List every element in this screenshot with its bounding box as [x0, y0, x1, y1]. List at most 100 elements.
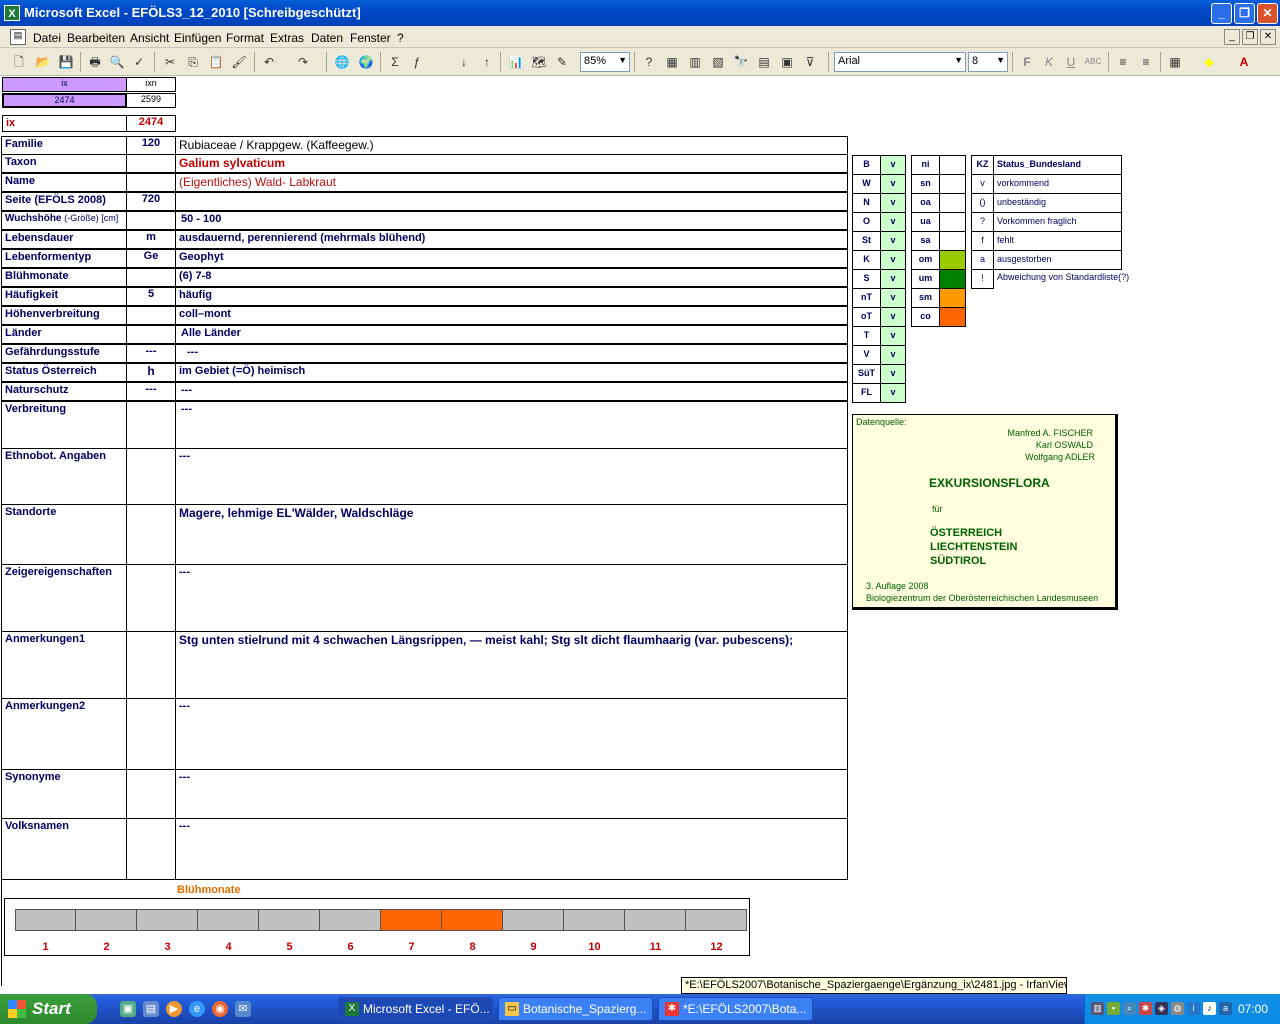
start-button[interactable]: Start: [0, 994, 97, 1024]
print-preview-icon[interactable]: 🔍: [108, 53, 126, 71]
legend-kz[interactable]: f: [971, 231, 994, 251]
region-code[interactable]: W: [852, 174, 881, 194]
standorte-value[interactable]: Magere, lehmige EL'Wälder, Waldschläge: [175, 504, 848, 565]
ixn-value-cell[interactable]: 2599: [126, 93, 176, 108]
legend-text[interactable]: fehlt: [993, 231, 1122, 251]
zoom-select[interactable]: 85% ▼: [580, 52, 630, 72]
antivirus-icon[interactable]: a: [1219, 1002, 1232, 1015]
cut-icon[interactable]: ✂: [161, 53, 179, 71]
zone-swatch[interactable]: [939, 155, 966, 175]
laender-label[interactable]: Länder: [1, 325, 127, 344]
autosum-icon[interactable]: Σ: [386, 53, 404, 71]
volume-icon[interactable]: ♪: [1203, 1002, 1216, 1015]
gefaehrdungsstufe-value[interactable]: ---: [175, 344, 848, 363]
legend-text[interactable]: Vorkommen fraglich: [993, 212, 1122, 232]
hyperlink-icon[interactable]: 🌐: [333, 53, 351, 71]
minimize-button[interactable]: _: [1211, 3, 1232, 24]
wuchshoehe-label[interactable]: Wuchshöhe (-Größe) [cm]: [1, 211, 127, 230]
verbreitung-code[interactable]: [126, 401, 176, 449]
verbreitung-label[interactable]: Verbreitung: [1, 401, 127, 449]
toolbar-icon-c[interactable]: ▧: [709, 53, 727, 71]
seite-label[interactable]: Seite (EFÖLS 2008): [1, 192, 127, 211]
find-icon[interactable]: 🔭: [732, 53, 750, 71]
region-code[interactable]: T: [852, 326, 881, 346]
legend-kz[interactable]: (): [971, 193, 994, 213]
gefaehrdungsstufe-code[interactable]: ---: [126, 344, 176, 363]
region-code[interactable]: N: [852, 193, 881, 213]
legend-kz[interactable]: v: [971, 174, 994, 194]
menu-datei[interactable]: Datei: [33, 31, 61, 45]
help-icon[interactable]: ?: [640, 53, 658, 71]
region-status[interactable]: v: [880, 383, 906, 403]
haeufigkeit-code[interactable]: 5: [126, 287, 176, 306]
region-status[interactable]: v: [880, 364, 906, 384]
familie-label[interactable]: Familie: [1, 136, 127, 155]
menu-daten[interactable]: Daten: [311, 31, 343, 45]
workbook-icon[interactable]: ▤: [10, 29, 26, 45]
lebensdauer-code[interactable]: m: [126, 230, 176, 249]
legend-text[interactable]: vorkommend: [993, 174, 1122, 194]
toolbar-icon-a[interactable]: ▦: [663, 53, 681, 71]
zone-swatch[interactable]: [939, 231, 966, 251]
zone-swatch[interactable]: [939, 193, 966, 213]
region-status[interactable]: v: [880, 212, 906, 232]
anmerkungen2-code[interactable]: [126, 698, 176, 770]
bluehmonate-value[interactable]: (6) 7-8: [175, 268, 848, 287]
map-icon[interactable]: 🗺: [530, 53, 548, 71]
menu-einfuegen[interactable]: Einfügen: [174, 31, 221, 45]
undo-icon[interactable]: ↶: [260, 53, 278, 71]
save-icon[interactable]: 💾: [57, 53, 75, 71]
standorte-label[interactable]: Standorte: [1, 504, 127, 565]
zone-code[interactable]: oa: [911, 193, 940, 213]
search-icon[interactable]: ⌕: [1123, 1002, 1136, 1015]
laender-value[interactable]: Alle Länder: [175, 325, 848, 344]
region-status[interactable]: v: [880, 231, 906, 251]
quicklaunch-firefox-icon[interactable]: ◉: [212, 1001, 228, 1017]
menu-format[interactable]: Format: [226, 31, 264, 45]
font-select[interactable]: Arial ▼: [834, 52, 966, 72]
menu-help[interactable]: ?: [397, 31, 404, 45]
new-icon[interactable]: 🗋: [10, 53, 28, 71]
wuchshoehe-code[interactable]: [126, 211, 176, 230]
zeigereigenschaften-code[interactable]: [126, 564, 176, 632]
region-code[interactable]: O: [852, 212, 881, 232]
zone-code[interactable]: om: [911, 250, 940, 270]
region-code[interactable]: K: [852, 250, 881, 270]
zone-code[interactable]: um: [911, 269, 940, 289]
zone-swatch[interactable]: [939, 307, 966, 327]
toolbar-icon-e[interactable]: ▣: [778, 53, 796, 71]
volksnamen-label[interactable]: Volksnamen: [1, 818, 127, 880]
synonyme-code[interactable]: [126, 769, 176, 819]
anmerkungen2-label[interactable]: Anmerkungen2: [1, 698, 127, 770]
legend-kz[interactable]: a: [971, 250, 994, 270]
autofilter-icon[interactable]: ⊽: [801, 53, 819, 71]
quicklaunch-mail-icon[interactable]: ✉: [235, 1001, 251, 1017]
print-icon[interactable]: 🖶: [86, 53, 104, 71]
verbreitung-value[interactable]: ---: [175, 401, 848, 449]
region-code[interactable]: V: [852, 345, 881, 365]
quicklaunch-desktop-icon[interactable]: ▣: [120, 1001, 136, 1017]
menu-extras[interactable]: Extras: [270, 31, 304, 45]
font-size-select[interactable]: 8 ▼: [968, 52, 1008, 72]
quicklaunch-ie-icon[interactable]: e: [189, 1001, 205, 1017]
zone-swatch[interactable]: [939, 174, 966, 194]
name-label[interactable]: Name: [1, 173, 127, 192]
copy-icon[interactable]: ⎘: [184, 53, 202, 71]
quicklaunch-media-icon[interactable]: ▶: [166, 1001, 182, 1017]
lebensdauer-value[interactable]: ausdauernd, perennierend (mehrmals blühe…: [175, 230, 848, 249]
region-status[interactable]: v: [880, 288, 906, 308]
familie-code[interactable]: 120: [126, 136, 176, 155]
zone-code[interactable]: sm: [911, 288, 940, 308]
align-center-icon[interactable]: ≡: [1137, 53, 1155, 71]
region-code[interactable]: nT: [852, 288, 881, 308]
zeigereigenschaften-value[interactable]: ---: [175, 564, 848, 632]
naturschutz-value[interactable]: ---: [175, 382, 848, 401]
volksnamen-code[interactable]: [126, 818, 176, 880]
chart-wizard-icon[interactable]: 📊: [507, 53, 525, 71]
name-value[interactable]: (Eigentliches) Wald- Labkraut: [175, 173, 848, 192]
ix-value-cell[interactable]: 2474: [2, 93, 127, 108]
format-painter-icon[interactable]: 🖌: [230, 53, 248, 71]
zone-code[interactable]: co: [911, 307, 940, 327]
menu-ansicht[interactable]: Ansicht: [130, 31, 169, 45]
legend-text[interactable]: unbeständig: [993, 193, 1122, 213]
